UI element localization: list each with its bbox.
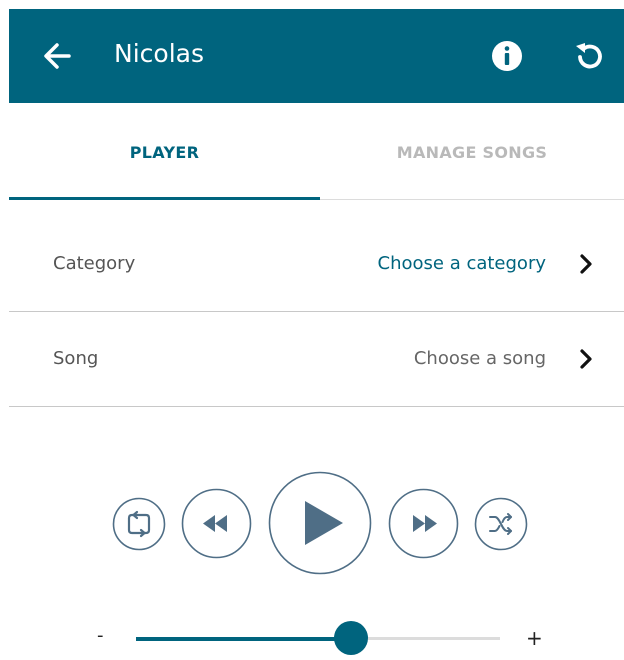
tab-bar: PLAYER MANAGE SONGS [9,103,624,200]
volume-slider[interactable] [136,620,500,660]
active-tab-indicator [9,197,320,200]
shuffle-icon [489,513,512,535]
volume-up-label: + [526,626,543,650]
rewind-button[interactable] [181,488,252,559]
chevron-right-icon [580,254,592,274]
tab-player[interactable]: PLAYER [9,103,320,199]
volume-fill [136,637,351,641]
song-selector[interactable]: Song Choose a song [9,312,624,407]
volume-down-label: - [97,625,104,646]
page-title: Nicolas [114,39,204,68]
chevron-right-icon [580,349,592,369]
info-icon[interactable] [489,38,525,74]
song-label: Song [53,348,99,369]
repeat-icon [127,510,151,538]
tab-manage-songs[interactable]: MANAGE SONGS [320,103,624,199]
category-label: Category [53,253,136,274]
category-selector[interactable]: Category Choose a category [9,217,624,312]
fast-forward-button[interactable] [388,488,459,559]
fast-forward-icon [413,515,437,532]
volume-thumb[interactable] [334,621,368,655]
refresh-icon[interactable] [571,38,607,74]
play-button[interactable] [268,471,372,575]
song-value: Choose a song [413,348,546,369]
arrow-left-icon[interactable] [39,38,75,74]
category-value: Choose a category [377,253,546,274]
rewind-icon [203,515,227,532]
repeat-button[interactable] [112,497,166,551]
shuffle-button[interactable] [474,497,528,551]
play-icon [305,501,343,545]
app-bar: Nicolas [9,9,624,103]
